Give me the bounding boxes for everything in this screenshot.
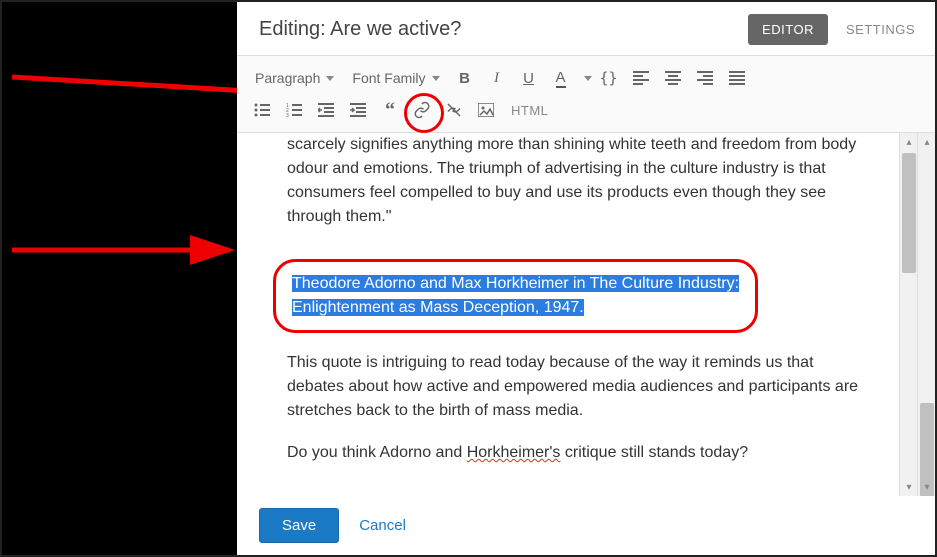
link-button[interactable] bbox=[407, 96, 437, 124]
save-button[interactable]: Save bbox=[259, 508, 339, 543]
paragraph-text: Do you think Adorno and Horkheimer's cri… bbox=[287, 441, 871, 465]
selected-text[interactable]: Enlightenment as Mass Deception, 1947. bbox=[292, 299, 584, 316]
selected-text[interactable]: Theodore Adorno and Max Horkheimer in Th… bbox=[292, 275, 739, 292]
editor-panel: Editing: Are we active? EDITOR SETTINGS … bbox=[237, 2, 935, 555]
paragraph-label: Paragraph bbox=[255, 70, 320, 86]
font-family-label: Font Family bbox=[352, 70, 425, 86]
scroll-up-arrow[interactable]: ▴ bbox=[918, 133, 935, 151]
text-color-button[interactable]: A bbox=[546, 64, 576, 92]
paragraph-select[interactable]: Paragraph bbox=[247, 66, 342, 90]
chevron-down-icon[interactable] bbox=[584, 76, 592, 81]
inner-scrollbar[interactable]: ▴ ▾ bbox=[899, 133, 917, 496]
blockquote-button[interactable]: “ bbox=[375, 96, 405, 124]
left-panel bbox=[2, 2, 237, 555]
editor-content[interactable]: scarcely signifies anything more than sh… bbox=[237, 133, 899, 496]
html-button[interactable]: HTML bbox=[503, 103, 556, 118]
align-left-button[interactable] bbox=[626, 64, 656, 92]
underline-button[interactable]: U bbox=[514, 64, 544, 92]
italic-button[interactable]: I bbox=[482, 64, 512, 92]
font-family-select[interactable]: Font Family bbox=[344, 66, 447, 90]
page-title: Editing: Are we active? bbox=[259, 18, 748, 41]
code-button[interactable]: {} bbox=[594, 64, 624, 92]
number-list-button[interactable]: 123 bbox=[279, 96, 309, 124]
chevron-down-icon bbox=[432, 76, 440, 81]
spellcheck-word[interactable]: Horkheimer's bbox=[467, 444, 561, 461]
scroll-up-arrow[interactable]: ▴ bbox=[900, 133, 918, 151]
rich-text-toolbar: Paragraph Font Family B I U A {} 123 “ bbox=[237, 56, 935, 133]
svg-text:3: 3 bbox=[286, 113, 289, 117]
outdent-button[interactable] bbox=[311, 96, 341, 124]
paragraph-text: scarcely signifies anything more than sh… bbox=[287, 133, 871, 229]
bold-button[interactable]: B bbox=[450, 64, 480, 92]
chevron-down-icon bbox=[326, 76, 334, 81]
selected-citation: Theodore Adorno and Max Horkheimer in Th… bbox=[273, 259, 758, 333]
indent-button[interactable] bbox=[343, 96, 373, 124]
unlink-button[interactable] bbox=[439, 96, 469, 124]
header: Editing: Are we active? EDITOR SETTINGS bbox=[237, 2, 935, 56]
settings-tab-button[interactable]: SETTINGS bbox=[846, 22, 915, 37]
editor-tab-button[interactable]: EDITOR bbox=[748, 14, 828, 45]
align-right-button[interactable] bbox=[690, 64, 720, 92]
scroll-down-arrow[interactable]: ▾ bbox=[900, 478, 918, 496]
bullet-list-button[interactable] bbox=[247, 96, 277, 124]
outer-scrollbar[interactable]: ▴ ▾ bbox=[917, 133, 935, 496]
scroll-thumb[interactable] bbox=[902, 153, 916, 273]
cancel-button[interactable]: Cancel bbox=[359, 517, 406, 534]
align-center-button[interactable] bbox=[658, 64, 688, 92]
scroll-down-arrow[interactable]: ▾ bbox=[918, 478, 935, 496]
align-justify-button[interactable] bbox=[722, 64, 752, 92]
footer: Save Cancel bbox=[237, 496, 935, 555]
image-button[interactable] bbox=[471, 96, 501, 124]
paragraph-text: This quote is intriguing to read today b… bbox=[287, 351, 871, 423]
